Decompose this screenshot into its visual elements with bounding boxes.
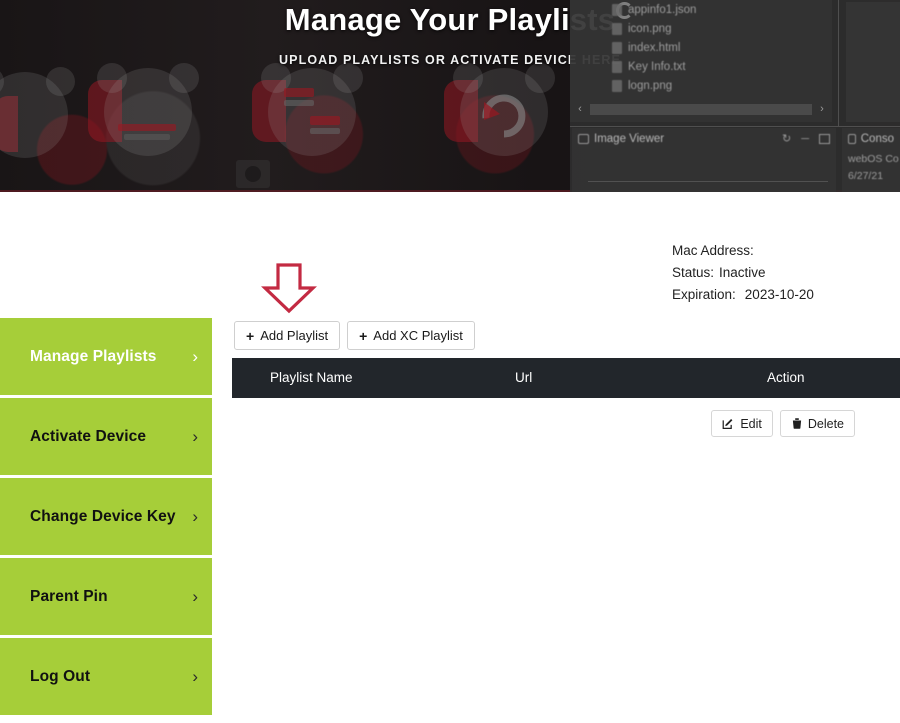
table-row: Edit Delete bbox=[232, 400, 900, 446]
expiration-label: Expiration: bbox=[672, 287, 736, 302]
image-icon bbox=[578, 134, 589, 144]
minimize-icon[interactable]: ─ bbox=[801, 133, 809, 145]
list-item[interactable]: appinfo1.json bbox=[612, 0, 696, 19]
file-icon bbox=[612, 60, 622, 73]
expiration-value: 2023-10-20 bbox=[744, 287, 814, 302]
row-action-buttons: Edit Delete bbox=[711, 410, 855, 437]
sidebar-item-label: Parent Pin bbox=[30, 587, 108, 605]
image-viewer-panel: Image Viewer ↻ ─ bbox=[572, 128, 836, 192]
chevron-right-icon: › bbox=[192, 507, 198, 526]
add-playlist-label: Add Playlist bbox=[260, 328, 329, 343]
scroll-right-icon[interactable]: › bbox=[816, 103, 828, 115]
add-xc-playlist-label: Add XC Playlist bbox=[373, 328, 463, 343]
column-header-url: Url bbox=[515, 370, 533, 385]
dev-tool-overlay: appinfo1.json icon.png index.html Key In… bbox=[570, 0, 900, 192]
plus-icon: + bbox=[359, 327, 368, 344]
file-list: appinfo1.json icon.png index.html Key In… bbox=[612, 0, 696, 95]
add-xc-playlist-button[interactable]: + Add XC Playlist bbox=[347, 321, 475, 350]
delete-button[interactable]: Delete bbox=[779, 410, 855, 437]
playlist-table-header: Playlist Name Url Action bbox=[232, 358, 900, 398]
banner-mascot-refresh-icon bbox=[452, 62, 556, 156]
annotation-arrow-down-icon bbox=[258, 262, 320, 314]
column-header-playlist-name: Playlist Name bbox=[270, 370, 353, 385]
chevron-right-icon: › bbox=[192, 667, 198, 686]
file-icon bbox=[612, 79, 622, 92]
sidebar-item-log-out[interactable]: Log Out › bbox=[0, 638, 212, 715]
refresh-icon[interactable]: ↻ bbox=[782, 132, 791, 145]
console-panel: Conso webOS Co 6/27/21 bbox=[842, 128, 900, 192]
console-line: webOS Co bbox=[848, 153, 899, 165]
panel-divider bbox=[588, 181, 828, 182]
list-item[interactable]: logn.png bbox=[612, 76, 696, 95]
page-banner: Manage Your Playlists UPLOAD PLAYLISTS O… bbox=[0, 0, 900, 192]
maximize-icon[interactable] bbox=[819, 133, 830, 144]
banner-mascot-play-icon bbox=[96, 62, 270, 188]
console-line: 6/27/21 bbox=[848, 170, 884, 182]
file-icon bbox=[612, 41, 622, 54]
device-info-block: Mac Address: Status: Inactive Expiration:… bbox=[672, 240, 814, 306]
side-panel bbox=[846, 2, 900, 122]
file-name: index.html bbox=[628, 41, 681, 54]
file-name: Key Info.txt bbox=[628, 60, 686, 73]
console-title: Conso bbox=[860, 133, 894, 145]
banner-mascot-list-icon bbox=[260, 62, 364, 156]
file-icon bbox=[612, 3, 622, 16]
sidebar-nav: Manage Playlists › Activate Device › Cha… bbox=[0, 318, 212, 718]
horizontal-scrollbar[interactable]: ‹ › bbox=[574, 102, 828, 116]
sidebar-item-label: Change Device Key bbox=[30, 507, 176, 525]
file-name: appinfo1.json bbox=[628, 3, 697, 16]
scrollbar-track[interactable] bbox=[590, 103, 812, 115]
console-titlebar: Conso bbox=[842, 128, 900, 150]
pencil-square-icon bbox=[722, 417, 735, 430]
chevron-right-icon: › bbox=[192, 427, 198, 446]
expiration-row: Expiration: 2023-10-20 bbox=[672, 284, 814, 306]
status-row: Status: Inactive bbox=[672, 262, 814, 284]
sidebar-item-label: Log Out bbox=[30, 667, 91, 685]
sidebar-item-activate-device[interactable]: Activate Device › bbox=[0, 398, 212, 475]
file-icon bbox=[612, 22, 622, 35]
trash-icon bbox=[791, 417, 803, 430]
file-name: icon.png bbox=[628, 22, 672, 35]
playlist-toolbar: + Add Playlist + Add XC Playlist bbox=[234, 321, 475, 350]
edit-button[interactable]: Edit bbox=[711, 410, 773, 437]
edit-label: Edit bbox=[740, 416, 762, 431]
delete-label: Delete bbox=[807, 416, 844, 431]
scroll-left-icon[interactable]: ‹ bbox=[574, 103, 586, 115]
list-item[interactable]: Key Info.txt bbox=[612, 57, 696, 76]
panel-divider bbox=[838, 0, 839, 126]
status-label: Status: bbox=[672, 265, 715, 280]
sidebar-item-manage-playlists[interactable]: Manage Playlists › bbox=[0, 318, 212, 395]
sidebar-item-change-device-key[interactable]: Change Device Key › bbox=[0, 478, 212, 555]
file-name: logn.png bbox=[628, 79, 673, 92]
console-icon bbox=[848, 134, 856, 144]
status-badge: Inactive bbox=[719, 265, 766, 280]
mac-address-label: Mac Address: bbox=[672, 243, 754, 258]
chevron-right-icon: › bbox=[192, 347, 198, 366]
panel-divider bbox=[570, 126, 900, 127]
column-header-action: Action bbox=[767, 370, 805, 385]
page-root: Manage Your Playlists UPLOAD PLAYLISTS O… bbox=[0, 0, 900, 723]
list-item[interactable]: icon.png bbox=[612, 19, 696, 38]
window-controls[interactable]: ↻ ─ bbox=[782, 132, 830, 145]
plus-icon: + bbox=[246, 327, 255, 344]
sidebar-item-label: Manage Playlists bbox=[30, 347, 157, 365]
image-viewer-title: Image Viewer bbox=[594, 133, 665, 145]
sidebar-item-label: Activate Device bbox=[30, 427, 147, 445]
sidebar-item-parent-pin[interactable]: Parent Pin › bbox=[0, 558, 212, 635]
file-list-panel: appinfo1.json icon.png index.html Key In… bbox=[570, 0, 832, 122]
chevron-right-icon: › bbox=[192, 587, 198, 606]
list-item[interactable]: index.html bbox=[612, 38, 696, 57]
add-playlist-button[interactable]: + Add Playlist bbox=[234, 321, 341, 350]
mac-address-row: Mac Address: bbox=[672, 240, 814, 262]
